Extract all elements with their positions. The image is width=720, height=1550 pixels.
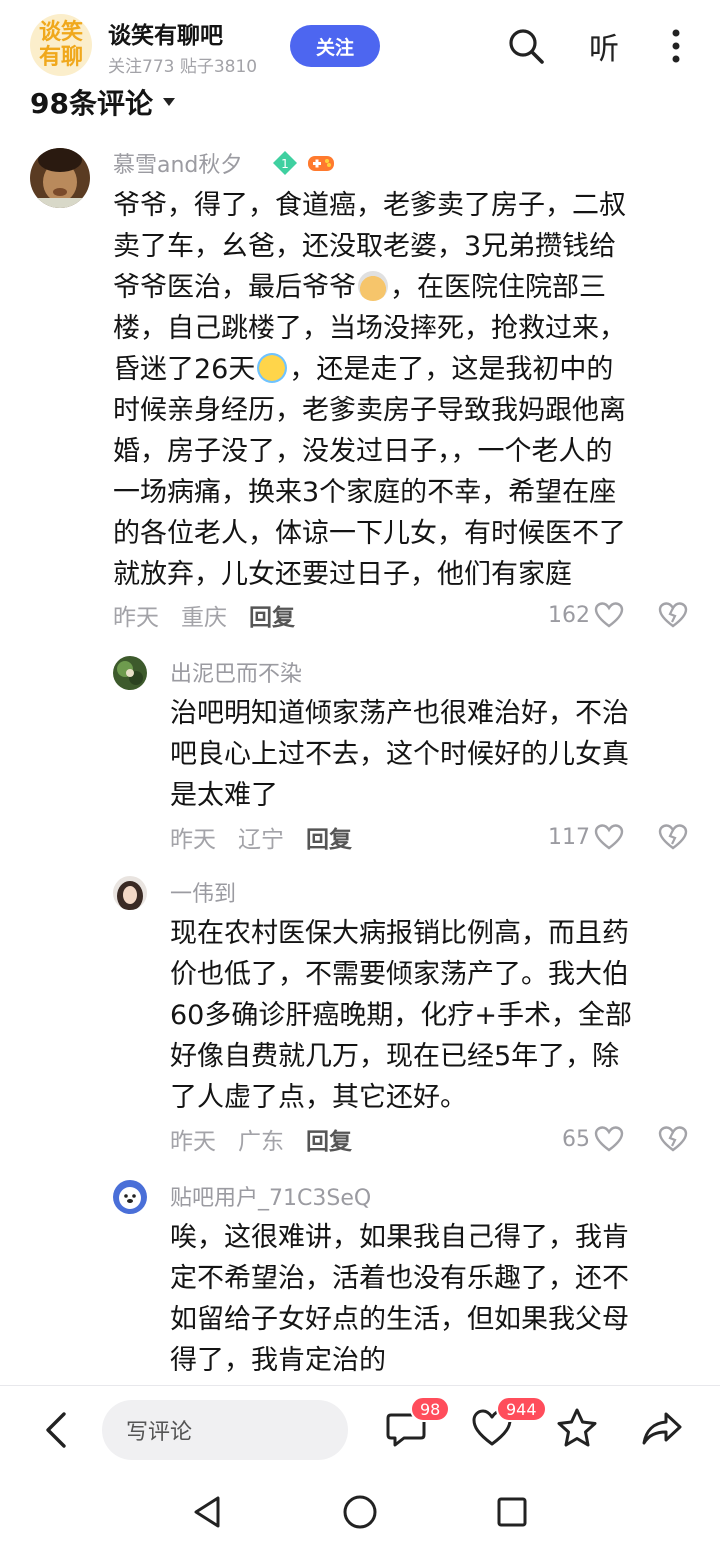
broken-heart-icon bbox=[658, 824, 688, 850]
dislike-button[interactable] bbox=[658, 1122, 688, 1156]
heart-icon bbox=[594, 824, 624, 850]
logo-text-bottom: 有聊 bbox=[38, 44, 83, 70]
username[interactable]: 出泥巴而不染 bbox=[170, 656, 302, 688]
avatar[interactable] bbox=[113, 656, 147, 690]
broken-heart-icon bbox=[658, 602, 688, 628]
follow-button[interactable]: 关注 bbox=[290, 25, 380, 67]
reply-button[interactable]: 回复 bbox=[306, 1122, 352, 1156]
comment-text: 唉，这很难讲，如果我自己得了，我肯 定不希望治，活着也没有乐趣了，还不 如留给子… bbox=[170, 1222, 629, 1376]
crying-emoji-icon bbox=[257, 353, 288, 383]
username[interactable]: 一伟到 bbox=[170, 876, 236, 908]
gamepad-icon bbox=[307, 152, 335, 174]
comment-meta: 昨天 辽宁 回复 bbox=[170, 820, 374, 854]
nav-home-icon[interactable] bbox=[340, 1492, 380, 1536]
forum-header: 谈笑 有聊 谈笑有聊吧 关注773 贴子3810 关注 听 98条评论 bbox=[0, 0, 720, 140]
like-count: 117 bbox=[548, 824, 590, 850]
like-count: 65 bbox=[562, 1126, 590, 1152]
old-man-emoji-icon bbox=[358, 271, 388, 301]
search-icon[interactable] bbox=[502, 22, 550, 70]
forum-logo[interactable]: 谈笑 有聊 bbox=[30, 14, 92, 76]
like-button[interactable]: 162 bbox=[548, 598, 624, 632]
comment-meta: 昨天 广东 回复 bbox=[170, 1122, 374, 1156]
broken-heart-icon bbox=[658, 1126, 688, 1152]
like-count: 162 bbox=[548, 602, 590, 628]
caret-down-icon bbox=[162, 98, 175, 106]
logo-text-top: 谈笑 bbox=[38, 19, 83, 45]
reply-button[interactable]: 回复 bbox=[306, 820, 352, 854]
avatar[interactable] bbox=[113, 1180, 147, 1214]
comment-time: 昨天 bbox=[113, 605, 159, 631]
comment-time: 昨天 bbox=[170, 827, 216, 853]
like-count-badge: 944 bbox=[496, 1396, 547, 1422]
heart-icon bbox=[594, 602, 624, 628]
heart-icon bbox=[594, 1126, 624, 1152]
comment-location: 辽宁 bbox=[238, 827, 284, 853]
level-badge: 1 bbox=[272, 150, 298, 176]
comment-location: 重庆 bbox=[181, 605, 227, 631]
forum-stats: 关注773 贴子3810 bbox=[108, 57, 258, 77]
svg-text:1: 1 bbox=[281, 157, 289, 171]
comment-meta: 昨天 重庆 回复 bbox=[113, 598, 317, 632]
reply-button[interactable]: 回复 bbox=[249, 598, 295, 632]
write-comment-input[interactable]: 写评论 bbox=[102, 1400, 348, 1460]
forum-name[interactable]: 谈笑有聊吧 bbox=[108, 16, 223, 50]
more-options-icon[interactable] bbox=[656, 22, 696, 70]
star-favorite-icon[interactable] bbox=[555, 1406, 599, 1450]
comment-text: 爷爷，得了，食道癌，老爹卖了房子，二叔 卖了车，幺爸，还没取老婆，3兄弟攒钱给 … bbox=[113, 190, 626, 590]
comment-time: 昨天 bbox=[170, 1129, 216, 1155]
share-icon[interactable] bbox=[640, 1406, 684, 1450]
username[interactable]: 慕雪and秋夕 bbox=[113, 147, 242, 179]
comment-location: 广东 bbox=[238, 1129, 284, 1155]
comment-count-label: 98条评论 bbox=[30, 87, 153, 120]
dislike-button[interactable] bbox=[658, 598, 688, 632]
comment-text: 治吧明知道倾家荡产也很难治好，不治 吧良心上过不去，这个时候好的儿女真 是太难了 bbox=[170, 698, 629, 811]
comment-sort-selector[interactable]: 98条评论 bbox=[30, 82, 175, 122]
avatar[interactable] bbox=[113, 876, 147, 910]
back-arrow-icon[interactable] bbox=[36, 1408, 80, 1452]
like-button[interactable]: 117 bbox=[548, 820, 624, 854]
comment-count-badge: 98 bbox=[410, 1396, 451, 1422]
username[interactable]: 贴吧用户_71C3SeQ bbox=[170, 1180, 371, 1212]
nav-back-icon[interactable] bbox=[188, 1492, 228, 1536]
nav-recents-icon[interactable] bbox=[492, 1492, 532, 1536]
comment-text: 现在农村医保大病报销比例高，而且药 价也低了，不需要倾家荡产了。我大伯 60多确… bbox=[170, 918, 632, 1113]
avatar[interactable] bbox=[30, 148, 90, 208]
system-navigation-bar bbox=[0, 1476, 720, 1550]
dislike-button[interactable] bbox=[658, 820, 688, 854]
like-button[interactable]: 65 bbox=[562, 1122, 624, 1156]
listen-button[interactable]: 听 bbox=[578, 22, 630, 70]
bottom-action-bar: 写评论 98 944 bbox=[0, 1386, 720, 1476]
